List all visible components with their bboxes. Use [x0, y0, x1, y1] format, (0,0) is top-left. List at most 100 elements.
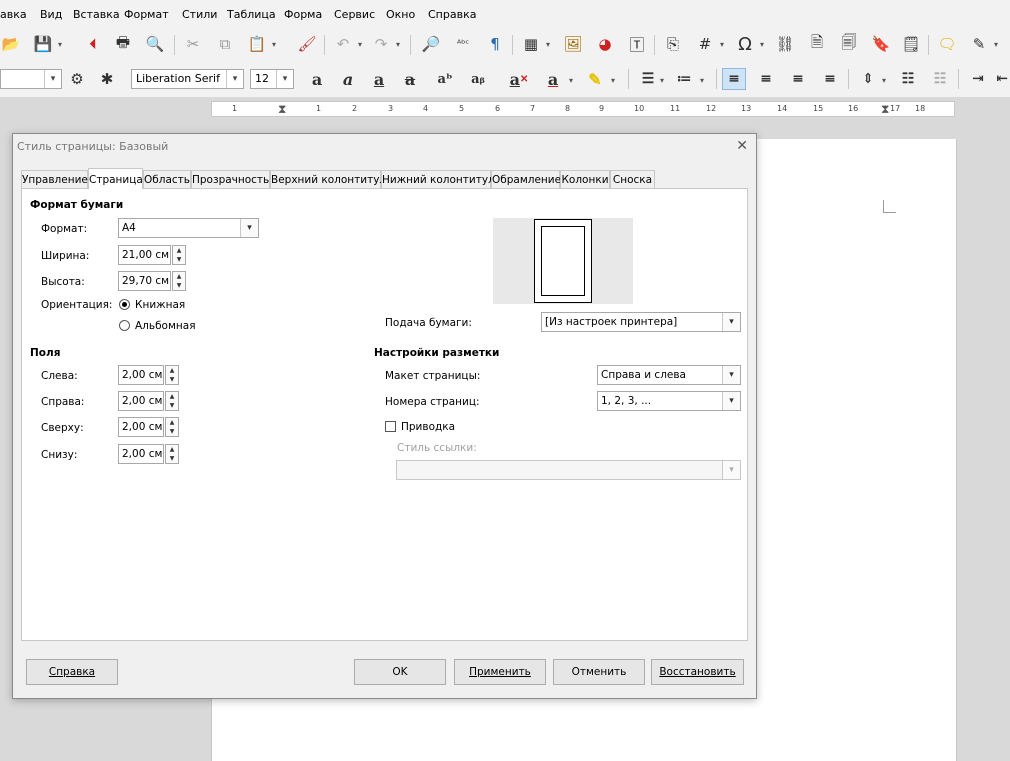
register-true-checkbox[interactable]: [385, 421, 396, 432]
cut-icon[interactable]: ✂: [182, 33, 204, 55]
endnote-icon[interactable]: 🗐: [838, 33, 860, 55]
menu-table[interactable]: Таблица: [227, 8, 276, 21]
bullet-list-icon[interactable]: ☰: [636, 68, 660, 90]
strikethrough-icon[interactable]: a: [398, 68, 422, 90]
font-name-combo[interactable]: Liberation Serif ▾: [131, 69, 244, 89]
width-spinner[interactable]: ▲ ▼: [172, 245, 186, 265]
menu-format[interactable]: Формат: [124, 8, 169, 21]
highlight-dropdown-icon[interactable]: ▾: [611, 76, 615, 85]
save-dropdown-icon[interactable]: ▾: [58, 40, 62, 49]
highlight-icon[interactable]: ✎: [583, 68, 607, 90]
italic-icon[interactable]: a: [336, 68, 360, 90]
justify-icon[interactable]: ≡: [818, 68, 842, 90]
margin-top-spinner[interactable]: ▲ ▼: [165, 417, 179, 437]
formatting-marks-icon[interactable]: ¶: [484, 33, 506, 55]
font-size-combo[interactable]: 12 ▾: [250, 69, 294, 89]
page-break-icon[interactable]: ⎘: [662, 33, 684, 55]
align-right-icon[interactable]: ≡: [786, 68, 810, 90]
page-layout-select[interactable]: Справа и слева ▾: [597, 365, 741, 385]
insert-chart-icon[interactable]: ◕: [594, 33, 616, 55]
menu-view[interactable]: Вид: [40, 8, 62, 21]
portrait-label[interactable]: Книжная: [135, 299, 185, 311]
hyperlink-icon[interactable]: ⛓: [774, 33, 796, 55]
increase-indent-icon[interactable]: ⇥: [966, 68, 990, 90]
copy-icon[interactable]: ⧉: [214, 33, 236, 55]
field-dropdown-icon[interactable]: ▾: [720, 40, 724, 49]
height-spinner[interactable]: ▲ ▼: [172, 271, 186, 291]
close-icon[interactable]: ✕: [736, 138, 748, 154]
tab-organizer[interactable]: Управление: [21, 170, 88, 188]
comment-icon[interactable]: 🗨: [936, 33, 958, 55]
subscript-icon[interactable]: aᵦ: [466, 68, 490, 90]
tab-footnote[interactable]: Сноска: [610, 170, 655, 188]
numbered-list-icon[interactable]: ≔: [672, 68, 696, 90]
tab-header[interactable]: Верхний колонтитул: [270, 170, 386, 188]
export-pdf-icon[interactable]: ⏴: [82, 33, 104, 55]
bold-icon[interactable]: a: [305, 68, 329, 90]
tab-area[interactable]: Область: [143, 170, 191, 188]
special-char-dropdown-icon[interactable]: ▾: [760, 40, 764, 49]
apply-button[interactable]: Применить: [454, 659, 546, 685]
format-select[interactable]: A4 ▾: [118, 218, 259, 238]
right-indent-marker-icon[interactable]: ⧗: [881, 102, 889, 117]
line-spacing-dropdown-icon[interactable]: ▾: [882, 76, 886, 85]
print-preview-icon[interactable]: 🔍: [144, 33, 166, 55]
page-numbers-select[interactable]: 1, 2, 3, ... ▾: [597, 391, 741, 411]
decrease-spacing-icon[interactable]: ☷: [928, 68, 952, 90]
open-icon[interactable]: 📂: [0, 33, 22, 55]
underline-icon[interactable]: a: [367, 68, 391, 90]
height-field[interactable]: 29,70 см: [118, 271, 171, 291]
special-character-icon[interactable]: Ω: [734, 33, 756, 55]
reference-style-select[interactable]: ▾: [396, 460, 741, 480]
ok-button[interactable]: OK: [354, 659, 446, 685]
decrease-indent-icon[interactable]: ⇤: [990, 68, 1010, 90]
paste-icon[interactable]: 📋: [246, 33, 268, 55]
tab-borders[interactable]: Обрамление: [491, 170, 561, 188]
find-replace-icon[interactable]: 🔎: [420, 33, 442, 55]
update-style-icon[interactable]: ⚙: [66, 68, 88, 90]
menu-styles[interactable]: Стили: [182, 8, 217, 21]
menu-edit[interactable]: авка: [0, 8, 27, 21]
menu-tools[interactable]: Сервис: [334, 8, 375, 21]
font-color-dropdown-icon[interactable]: ▾: [569, 76, 573, 85]
align-center-icon[interactable]: ≡: [754, 68, 778, 90]
increase-spacing-icon[interactable]: ☷: [896, 68, 920, 90]
insert-textbox-icon[interactable]: 🅃: [626, 33, 648, 55]
superscript-icon[interactable]: aᵇ: [433, 68, 457, 90]
table-dropdown-icon[interactable]: ▾: [546, 40, 550, 49]
margin-right-spinner[interactable]: ▲ ▼: [165, 391, 179, 411]
margin-left-field[interactable]: 2,00 см: [118, 365, 164, 385]
reset-button[interactable]: Восстановить: [651, 659, 744, 685]
width-field[interactable]: 21,00 см: [118, 245, 171, 265]
tab-transparency[interactable]: Прозрачность: [191, 170, 270, 188]
cross-reference-icon[interactable]: 🗒: [900, 33, 922, 55]
clear-formatting-icon[interactable]: a ✕: [507, 68, 531, 90]
help-button[interactable]: Справка: [26, 659, 118, 685]
menu-help[interactable]: Справка: [428, 8, 476, 21]
register-true-label[interactable]: Приводка: [401, 421, 455, 433]
undo-icon[interactable]: ↶: [332, 33, 354, 55]
clone-formatting-icon[interactable]: 🖌: [296, 33, 318, 55]
bullet-dropdown-icon[interactable]: ▾: [660, 76, 664, 85]
font-color-icon[interactable]: a: [541, 68, 565, 90]
track-changes-icon[interactable]: ✎: [968, 33, 990, 55]
numbered-dropdown-icon[interactable]: ▾: [700, 76, 704, 85]
redo-dropdown-icon[interactable]: ▾: [396, 40, 400, 49]
menu-window[interactable]: Окно: [386, 8, 415, 21]
tab-page[interactable]: Страница: [88, 168, 143, 189]
margin-left-spinner[interactable]: ▲ ▼: [165, 365, 179, 385]
paste-dropdown-icon[interactable]: ▾: [272, 40, 276, 49]
undo-dropdown-icon[interactable]: ▾: [358, 40, 362, 49]
margin-bottom-field[interactable]: 2,00 см: [118, 444, 164, 464]
landscape-label[interactable]: Альбомная: [135, 320, 196, 332]
landscape-radio[interactable]: [119, 320, 130, 331]
tab-footer[interactable]: Нижний колонтитул: [381, 170, 495, 188]
ruler[interactable]: 1 ⧗ 1 2 3 4 5 6 7 8 9 10 11 12 13 14 15 …: [211, 101, 955, 117]
paper-tray-select[interactable]: [Из настроек принтера] ▾: [541, 312, 741, 332]
menu-insert[interactable]: Вставка: [73, 8, 120, 21]
insert-table-icon[interactable]: ▦: [520, 33, 542, 55]
insert-image-icon[interactable]: 🖼: [562, 33, 584, 55]
menu-form[interactable]: Форма: [284, 8, 322, 21]
insert-field-icon[interactable]: #: [694, 33, 716, 55]
track-changes-dropdown-icon[interactable]: ▾: [994, 40, 998, 49]
